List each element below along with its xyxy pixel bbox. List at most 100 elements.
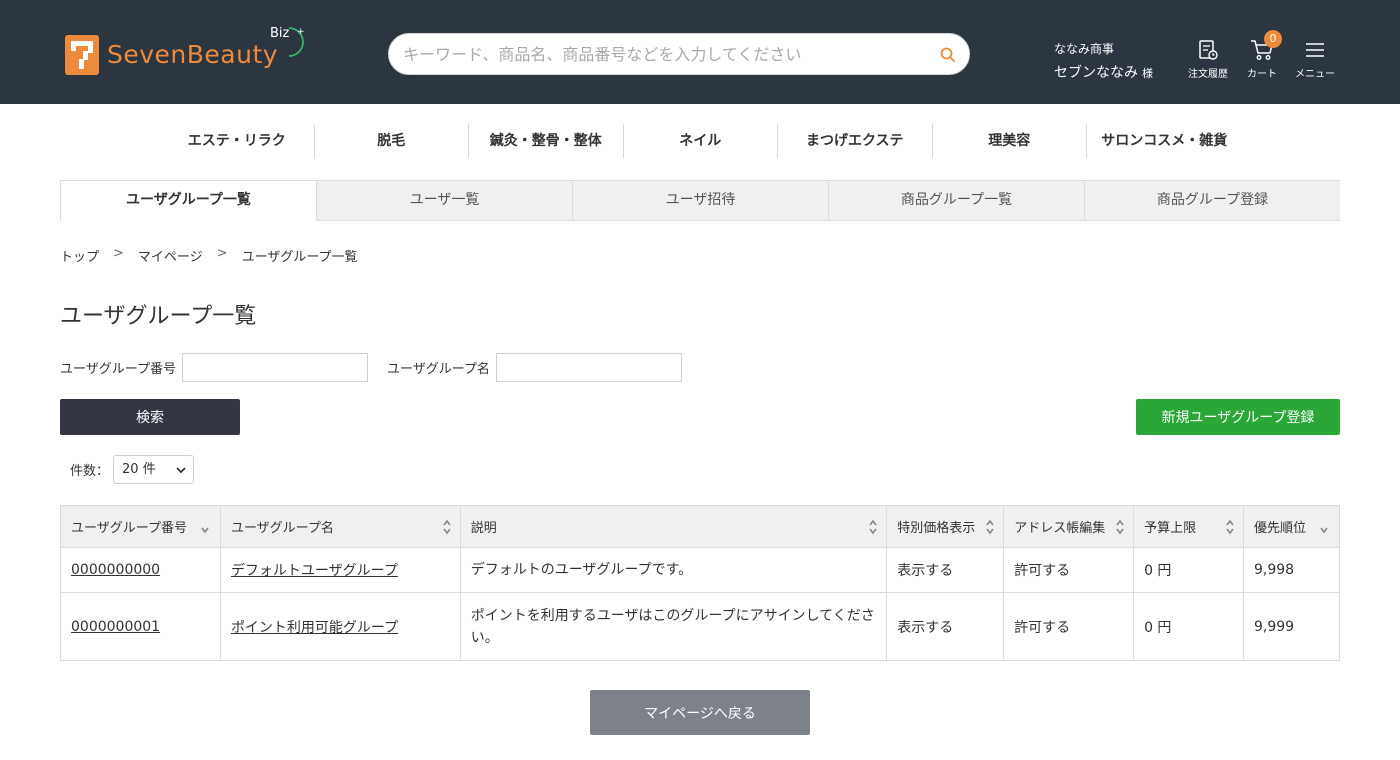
sort-icon: [1116, 519, 1124, 535]
category-item[interactable]: ネイル: [624, 124, 778, 158]
order-history-icon: [1199, 40, 1218, 60]
column-header-group-number[interactable]: ユーザグループ番号: [60, 505, 221, 548]
table-cell: ポイント利用可能グループ: [219, 592, 461, 661]
group-number-link[interactable]: 0000000000: [71, 562, 160, 578]
user-group-table: ユーザグループ番号 ユーザグループ名 説明 特別価格表示 アドレス帳編集 予算上…: [60, 505, 1341, 661]
column-header-label: 優先順位: [1253, 521, 1306, 536]
description-text: デフォルトのユーザグループです。: [470, 562, 693, 578]
search-form: ユーザグループ番号 ユーザグループ名: [60, 353, 682, 382]
column-header-label: ユーザグループ名: [230, 521, 334, 536]
cart-count-badge: 0: [1264, 30, 1282, 48]
count-label: 件数：: [70, 464, 110, 479]
table-cell: ポイントを利用するユーザはこのグループにアサインしてください。: [459, 592, 888, 661]
site-header: SevenBeauty Biz + ななみ商事 セブンななみ様 注文履歴: [0, 0, 1400, 104]
chevron-right-icon: >: [113, 246, 124, 261]
search-input[interactable]: [403, 34, 933, 74]
category-item[interactable]: エステ・リラク: [160, 124, 315, 158]
category-item[interactable]: サロンコスメ・雑貨: [1087, 124, 1242, 158]
cart-button[interactable]: カート 0: [1234, 30, 1290, 80]
table-cell: 9,999: [1242, 592, 1341, 661]
count-select[interactable]: 20 件: [113, 455, 195, 484]
table-cell: 9,998: [1242, 547, 1341, 593]
count-value: 20 件: [122, 462, 156, 477]
column-header-label: アドレス帳編集: [1014, 521, 1106, 536]
table-cell: 0000000000: [60, 547, 221, 593]
table-row: 0000000000 デフォルトユーザグループ デフォルトのユーザグループです。…: [60, 547, 1341, 593]
order-history-button[interactable]: 注文履歴: [1180, 38, 1236, 80]
menu-label: メニュー: [1295, 69, 1335, 80]
menu-button[interactable]: メニュー: [1287, 38, 1343, 80]
logo-mark-icon: [65, 35, 99, 75]
tab-user-invite[interactable]: ユーザ招待: [573, 181, 829, 221]
logo[interactable]: SevenBeauty Biz +: [65, 26, 305, 76]
table-cell: 0 円: [1133, 547, 1244, 593]
category-item[interactable]: 理美容: [933, 124, 1087, 158]
breadcrumb-top[interactable]: トップ: [60, 246, 99, 265]
tab-product-group-register[interactable]: 商品グループ登録: [1085, 181, 1340, 221]
tab-user-list[interactable]: ユーザ一覧: [317, 181, 573, 221]
table-cell: デフォルトのユーザグループです。: [459, 547, 888, 593]
table-cell: 表示する: [886, 592, 1005, 661]
column-header-budget-limit[interactable]: 予算上限: [1133, 505, 1244, 548]
breadcrumb-mypage[interactable]: マイページ: [138, 246, 203, 265]
count-row: 件数： 20 件: [70, 455, 195, 484]
chevron-down-icon: [176, 467, 186, 474]
search-button[interactable]: 検索: [60, 399, 240, 435]
table-cell: 許可する: [1003, 547, 1135, 593]
sort-icon: [1226, 519, 1234, 535]
back-to-mypage-button[interactable]: マイページへ戻る: [590, 690, 810, 735]
svg-text:+: +: [297, 27, 305, 37]
tab-product-group-list[interactable]: 商品グループ一覧: [829, 181, 1085, 221]
user-honorific: 様: [1142, 67, 1153, 80]
mypage-tabs: ユーザグループ一覧 ユーザ一覧 ユーザ招待 商品グループ一覧 商品グループ登録: [60, 180, 1340, 221]
sort-desc-icon: [1320, 527, 1328, 534]
search-bar: [388, 33, 970, 75]
user-company: ななみ商事: [1054, 42, 1115, 56]
table-header-row: ユーザグループ番号 ユーザグループ名 説明 特別価格表示 アドレス帳編集 予算上…: [60, 505, 1341, 548]
table-cell: デフォルトユーザグループ: [219, 547, 461, 593]
group-number-input[interactable]: [181, 353, 368, 382]
sort-icon: [443, 519, 451, 535]
search-icon[interactable]: [939, 46, 957, 64]
column-header-label: 予算上限: [1144, 521, 1197, 536]
table-cell: 0000000001: [60, 592, 221, 661]
group-name-link[interactable]: ポイント利用可能グループ: [231, 620, 398, 636]
group-name-label: ユーザグループ名: [386, 362, 490, 377]
column-header-description[interactable]: 説明: [459, 505, 888, 548]
tab-user-group-list[interactable]: ユーザグループ一覧: [60, 181, 317, 221]
table-cell: 0 円: [1133, 592, 1244, 661]
sort-icon: [869, 519, 877, 535]
column-header-label: 説明: [470, 521, 497, 536]
group-name-link[interactable]: デフォルトユーザグループ: [231, 563, 398, 579]
column-header-priority[interactable]: 優先順位: [1242, 505, 1341, 548]
user-info[interactable]: ななみ商事 セブンななみ様: [1054, 40, 1153, 82]
category-item[interactable]: 脱毛: [315, 124, 469, 158]
description-text: ポイントを利用するユーザはこのグループにアサインしてください。: [470, 607, 875, 646]
breadcrumb-current: ユーザグループ一覧: [241, 250, 358, 265]
table-row: 0000000001 ポイント利用可能グループ ポイントを利用するユーザはこのグ…: [60, 592, 1341, 661]
category-item[interactable]: まつげエクステ: [778, 124, 933, 158]
new-user-group-button[interactable]: 新規ユーザグループ登録: [1136, 399, 1340, 435]
logo-text: SevenBeauty: [107, 40, 279, 69]
category-nav: エステ・リラク 脱毛 鍼灸・整骨・整体 ネイル まつげエクステ 理美容 サロンコ…: [160, 124, 1242, 158]
column-header-label: ユーザグループ番号: [71, 521, 187, 536]
sort-desc-icon: [201, 527, 209, 534]
column-header-address-book[interactable]: アドレス帳編集: [1003, 505, 1135, 548]
column-header-label: 特別価格表示: [897, 521, 976, 536]
table-cell: 許可する: [1003, 592, 1135, 661]
user-name-line: セブンななみ様: [1054, 62, 1153, 82]
group-number-link[interactable]: 0000000001: [71, 619, 160, 635]
category-item[interactable]: 鍼灸・整骨・整体: [469, 124, 624, 158]
hamburger-menu-icon: [1306, 43, 1324, 57]
logo-arc-icon: +: [288, 27, 305, 57]
breadcrumb: トップ > マイページ > ユーザグループ一覧: [60, 246, 358, 265]
chevron-right-icon: >: [216, 246, 228, 261]
order-history-label: 注文履歴: [1188, 69, 1228, 80]
page-title: ユーザグループ一覧: [60, 304, 257, 329]
column-header-special-price[interactable]: 特別価格表示: [886, 505, 1005, 548]
table-cell: 表示する: [886, 547, 1005, 593]
column-header-group-name[interactable]: ユーザグループ名: [219, 505, 461, 548]
sort-icon: [986, 519, 994, 535]
cart-label: カート: [1247, 69, 1277, 80]
group-name-input[interactable]: [495, 353, 682, 382]
